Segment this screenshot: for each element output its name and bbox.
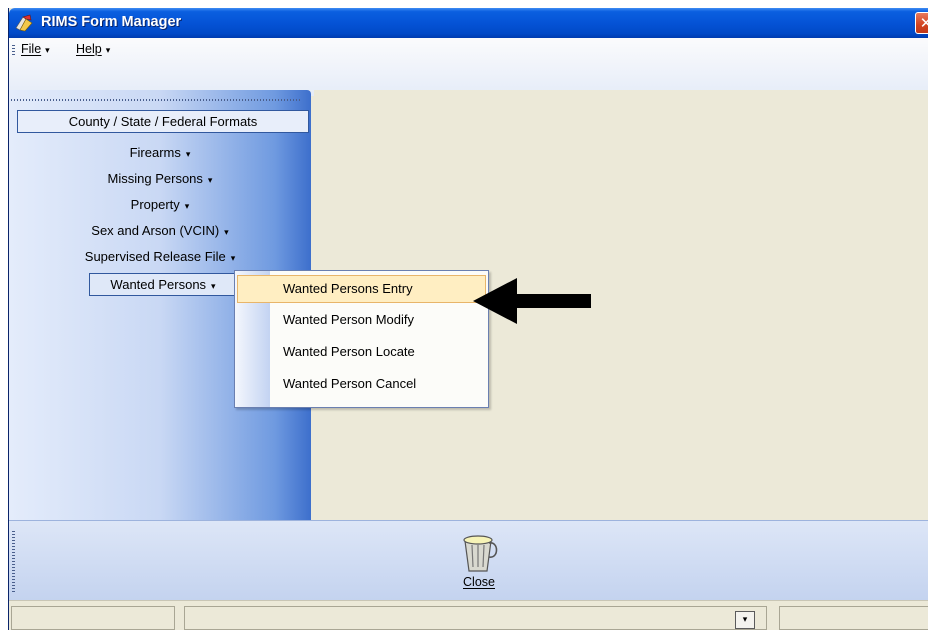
submenu-item-modify[interactable]: Wanted Person Modify xyxy=(237,306,486,334)
submenu-item-locate[interactable]: Wanted Person Locate xyxy=(237,338,486,366)
panel-item-property[interactable]: Property ▾ xyxy=(9,197,311,212)
menu-help[interactable]: Help ▾ xyxy=(76,42,110,56)
panel-item-wanted-persons[interactable]: Wanted Persons ▾ xyxy=(89,273,237,296)
title-bar[interactable]: RIMS Form Manager ✕ xyxy=(9,8,928,38)
menu-help-label: Help xyxy=(76,42,102,56)
menu-file-label: File xyxy=(21,42,42,56)
panel-item-label: Firearms xyxy=(129,145,181,160)
app-window: RIMS Form Manager ✕ File▾ Help▾ County /… xyxy=(8,8,928,630)
close-button[interactable]: Close xyxy=(449,531,509,597)
panel-item-label: Missing Persons xyxy=(107,171,203,186)
panel-item-label: Property xyxy=(130,197,180,212)
chevron-down-icon: ▾ xyxy=(211,281,216,291)
chevron-down-icon: ▾ xyxy=(184,201,190,211)
panel-item-firearms[interactable]: Firearms ▾ xyxy=(9,145,311,160)
pointer-arrow-icon xyxy=(473,278,591,324)
bottom-toolbar: Close xyxy=(9,520,928,600)
status-pane-right xyxy=(779,606,928,630)
chevron-down-icon: ▾ xyxy=(207,175,213,185)
chevron-down-icon: ▾ xyxy=(230,253,236,263)
panel-item-label: Wanted Persons xyxy=(110,277,207,292)
toolbar-grip[interactable] xyxy=(12,531,15,593)
status-dropdown-button[interactable]: ▾ xyxy=(735,611,755,629)
trash-can-icon xyxy=(463,535,498,572)
close-button-label: Close xyxy=(449,575,509,589)
panel-item-supervised-release[interactable]: Supervised Release File ▾ xyxy=(9,249,311,264)
panel-grip[interactable] xyxy=(11,99,301,101)
chevron-down-icon: ▾ xyxy=(185,149,191,159)
status-pane-center xyxy=(184,606,767,630)
status-bar: ▾ xyxy=(9,600,928,630)
menu-file[interactable]: File ▾ xyxy=(21,42,50,56)
close-label-text: Close xyxy=(463,575,495,589)
panel-item-label: Sex and Arson (VCIN) xyxy=(91,223,220,238)
submenu-item-cancel[interactable]: Wanted Person Cancel xyxy=(237,370,486,398)
menu-bar: File ▾ Help ▾ xyxy=(9,38,928,96)
panel-header-formats[interactable]: County / State / Federal Formats xyxy=(17,110,309,133)
wanted-persons-submenu: Wanted Persons Entry Wanted Person Modif… xyxy=(234,270,489,408)
panel-item-missing-persons[interactable]: Missing Persons ▾ xyxy=(9,171,311,186)
window-close-button[interactable]: ✕ xyxy=(915,12,928,34)
submenu-item-entry[interactable]: Wanted Persons Entry xyxy=(237,275,486,303)
menu-grip[interactable] xyxy=(12,45,15,56)
app-logo-icon xyxy=(15,14,33,32)
window-title: RIMS Form Manager xyxy=(41,14,182,30)
chevron-down-icon: ▾ xyxy=(224,227,229,237)
chevron-down-icon: ▾ xyxy=(45,45,50,55)
status-pane-left xyxy=(11,606,175,630)
panel-item-sex-and-arson[interactable]: Sex and Arson (VCIN) ▾ xyxy=(9,223,311,238)
panel-item-label: Supervised Release File xyxy=(84,249,226,264)
chevron-down-icon: ▾ xyxy=(105,45,111,55)
